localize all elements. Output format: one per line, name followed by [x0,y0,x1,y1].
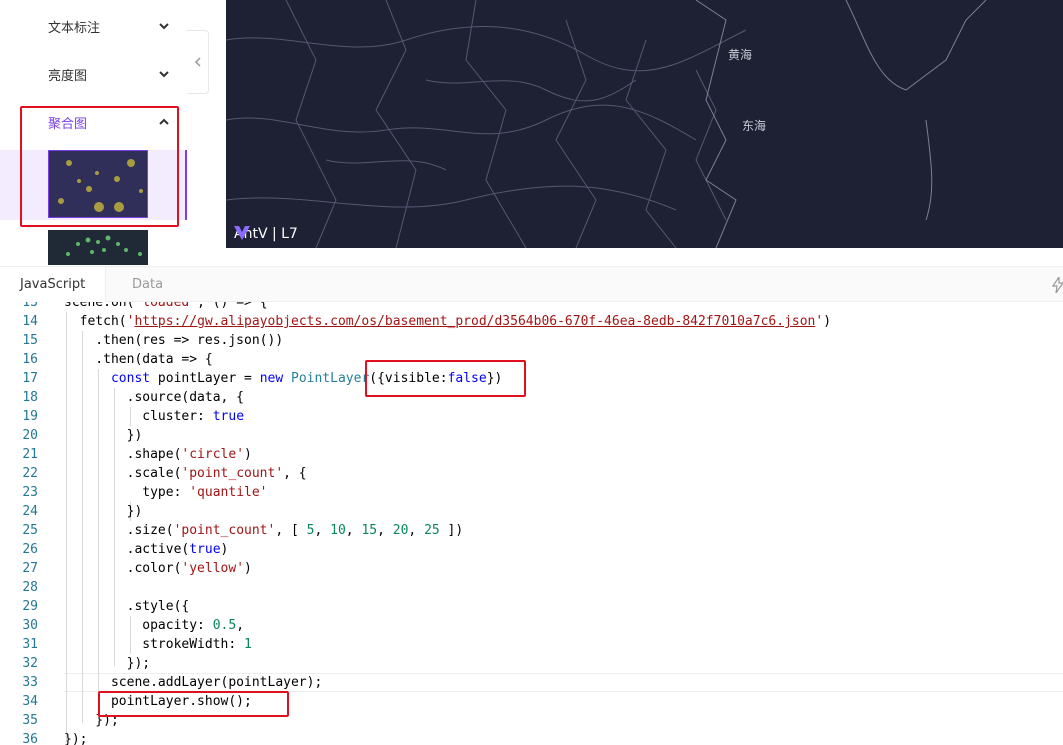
tab-javascript[interactable]: JavaScript [0,267,107,302]
code-line[interactable]: 24 }) [0,502,1063,521]
example-thumbnail-row[interactable] [0,230,187,265]
code-line[interactable]: 28 [0,578,1063,597]
code-line[interactable]: 33 scene.addLayer(pointLayer); [0,673,1063,692]
example-sidebar: 文本标注 亮度图 聚合图 [0,0,187,265]
example-thumbnail[interactable] [48,230,148,265]
line-number: 34 [22,694,38,709]
line-number: 13 [22,302,38,310]
line-number: 32 [22,656,38,671]
map-label: 东海 [742,119,767,133]
code-line[interactable]: 14 fetch('https://gw.alipayobjects.com/o… [0,312,1063,331]
line-number: 21 [22,447,38,462]
menu-item-text-label[interactable]: 文本标注 [0,2,187,50]
editor-tabs: JavaScript Data [0,266,1063,302]
code-text: opacity: 0.5, [64,618,245,633]
code-text: .size('point_count', [ 5, 10, 15, 20, 25… [64,523,464,538]
line-number: 14 [22,314,38,329]
collapse-sidebar-button[interactable] [187,30,209,94]
map-label: 黄海 [728,48,753,62]
code-line[interactable]: 30 opacity: 0.5, [0,616,1063,635]
code-text: scene.on('loaded', () => { [64,302,268,310]
code-text: }) [64,504,143,519]
code-line[interactable]: 31 strokeWidth: 1 [0,635,1063,654]
code-line[interactable]: 29 .style({ [0,597,1063,616]
chevron-down-icon [157,67,171,81]
line-number: 20 [22,428,38,443]
line-number: 29 [22,599,38,614]
line-number: 19 [22,409,38,424]
code-line[interactable]: 26 .active(true) [0,540,1063,559]
lightning-icon[interactable] [1051,277,1063,293]
example-thumbnail-row-active[interactable] [0,150,187,220]
code-text: pointLayer.show(); [64,694,252,709]
menu-item-label: 亮度图 [48,68,88,84]
menu-item-label: 聚合图 [48,116,88,132]
menu-item-label: 文本标注 [48,20,101,36]
code-text: .scale('point_count', { [64,466,307,481]
line-number: 16 [22,352,38,367]
line-number: 28 [22,580,38,595]
line-number: 35 [22,713,38,728]
code-text: cluster: true [64,409,245,424]
cluster-example-thumbnail[interactable] [48,150,148,218]
code-line[interactable]: 15 .then(res => res.json()) [0,331,1063,350]
code-text: }); [64,713,119,728]
code-text: const pointLayer = new PointLayer({visib… [110,371,503,386]
antv-logo-icon [234,226,250,240]
code-line[interactable]: 35 }); [0,711,1063,730]
code-line[interactable]: 16 .then(data => { [0,350,1063,369]
code-line[interactable]: 23 type: 'quantile' [0,483,1063,502]
code-line[interactable]: 34 pointLayer.show(); [0,692,1063,711]
code-line[interactable]: 20 }) [0,426,1063,445]
code-text: .color('yellow') [64,561,252,576]
code-line[interactable]: 18 .source(data, { [0,388,1063,407]
map-view[interactable]: 黄海 东海 AntV | L7 [226,0,1063,248]
chevron-left-icon [194,57,201,67]
code-text: }); [64,732,88,745]
code-editor[interactable]: 13 scene.on('loaded', () => { 14 fetch('ht… [0,302,1063,745]
menu-item-cluster[interactable]: 聚合图 [0,98,187,146]
line-number: 26 [22,542,38,557]
code-line[interactable]: 22 .scale('point_count', { [0,464,1063,483]
code-text: .shape('circle') [64,447,252,462]
line-number: 24 [22,504,38,519]
code-text: type: 'quantile' [64,485,268,500]
antv-logo: AntV | L7 [234,226,298,242]
line-number: 15 [22,333,38,348]
code-text: strokeWidth: 1 [64,637,252,652]
code-text: }) [64,428,143,443]
code-line[interactable]: 19 cluster: true [0,407,1063,426]
code-line[interactable]: 17 const pointLayer = new PointLayer({vi… [0,369,1063,388]
code-line[interactable]: 36}); [0,730,1063,745]
code-text: scene.addLayer(pointLayer); [64,675,323,690]
line-number: 30 [22,618,38,633]
line-number: 33 [22,675,38,690]
code-line[interactable]: 21 .shape('circle') [0,445,1063,464]
line-number: 27 [22,561,38,576]
code-text: .source(data, { [64,390,245,405]
code-text: .style({ [64,599,190,614]
code-text: .active(true) [64,542,229,557]
line-number: 22 [22,466,38,481]
chevron-down-icon [157,19,171,33]
code-text: }); [64,656,151,671]
code-line[interactable]: 27 .color('yellow') [0,559,1063,578]
code-text: fetch('https://gw.alipayobjects.com/os/b… [64,314,832,329]
code-line[interactable]: 13 scene.on('loaded', () => { [0,302,1063,312]
line-number: 23 [22,485,38,500]
line-number: 18 [22,390,38,405]
tab-data[interactable]: Data [112,267,183,302]
map-boundaries [226,0,987,248]
line-number: 31 [22,637,38,652]
line-number: 25 [22,523,38,538]
code-line[interactable]: 25 .size('point_count', [ 5, 10, 15, 20,… [0,521,1063,540]
line-number: 17 [22,371,38,386]
chevron-up-icon [157,115,171,129]
line-number: 36 [22,732,38,745]
code-text: .then(res => res.json()) [64,333,284,348]
code-line[interactable]: 32 }); [0,654,1063,673]
menu-item-brightness[interactable]: 亮度图 [0,50,187,98]
code-text: .then(data => { [64,352,213,367]
